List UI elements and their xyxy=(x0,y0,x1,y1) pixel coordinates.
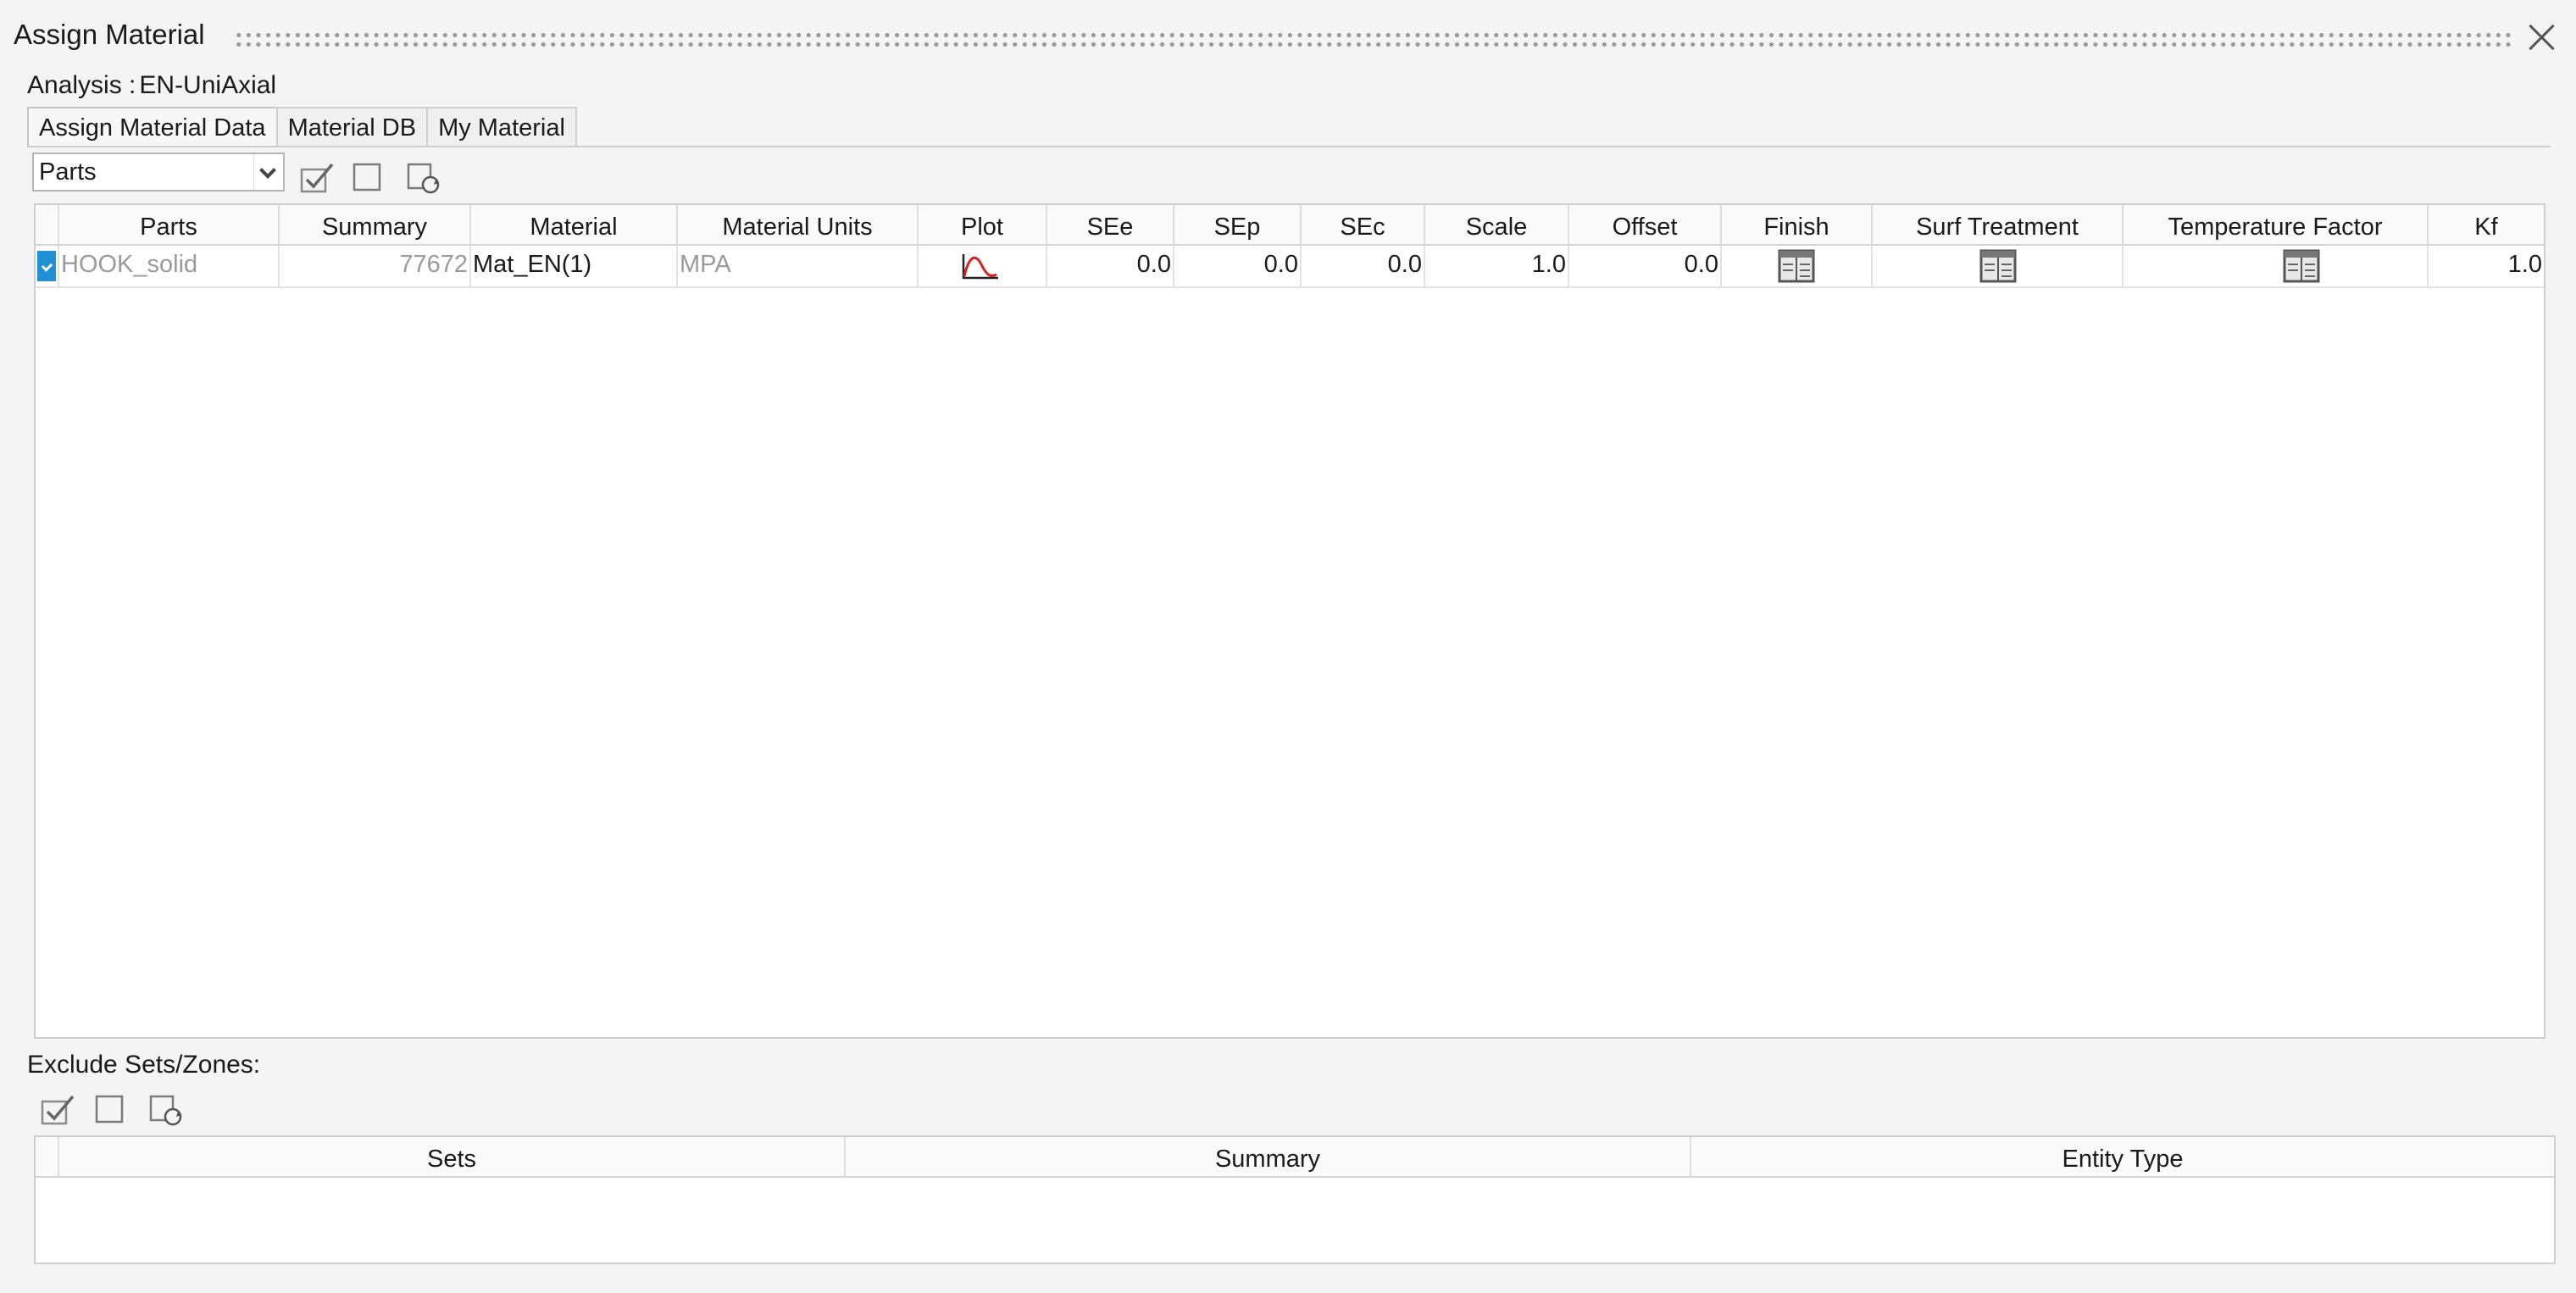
cell-part: HOOK_solid xyxy=(59,246,280,286)
analysis-caption: Analysis : xyxy=(27,71,136,99)
tab-divider xyxy=(27,146,2551,147)
exclude-uncheck-all-icon[interactable] xyxy=(92,1091,129,1129)
column-header-summary[interactable]: Summary xyxy=(280,205,471,244)
uncheck-all-icon[interactable] xyxy=(349,159,386,197)
column-header-parts[interactable]: Parts xyxy=(59,205,280,244)
cell-scale[interactable]: 1.0 xyxy=(1425,246,1569,286)
cell-material-units: MPA xyxy=(678,246,919,286)
cell-summary: 77672 xyxy=(280,246,471,286)
cell-finish[interactable] xyxy=(1722,246,1873,286)
drag-grip[interactable] xyxy=(234,31,2515,49)
column-header-see[interactable]: SEe xyxy=(1047,205,1174,244)
column-header-sets[interactable]: Sets xyxy=(59,1137,846,1176)
cell-sep[interactable]: 0.0 xyxy=(1174,246,1302,286)
exclude-check-all-icon[interactable] xyxy=(39,1091,76,1129)
row-checkbox[interactable] xyxy=(36,246,59,286)
refresh-selection-icon[interactable] xyxy=(405,159,442,197)
column-header-entity-type[interactable]: Entity Type xyxy=(1691,1137,2554,1176)
column-header-plot[interactable]: Plot xyxy=(919,205,1047,244)
cell-plot[interactable] xyxy=(919,246,1047,286)
tab-strip: Assign Material Data Material DB My Mate… xyxy=(27,107,577,146)
column-header-kf[interactable]: Kf xyxy=(2429,205,2544,244)
column-header-offset[interactable]: Offset xyxy=(1569,205,1722,244)
cell-surf-treatment[interactable] xyxy=(1873,246,2124,286)
cell-material[interactable]: Mat_EN(1) xyxy=(471,246,678,286)
column-header-scale[interactable]: Scale xyxy=(1425,205,1569,244)
tab-material-db[interactable]: Material DB xyxy=(275,107,429,146)
chevron-down-icon[interactable] xyxy=(253,154,283,190)
cell-kf[interactable]: 1.0 xyxy=(2429,246,2544,286)
cell-sec[interactable]: 0.0 xyxy=(1302,246,1425,286)
table-row[interactable]: HOOK_solid 77672 Mat_EN(1) MPA 0.0 0.0 0… xyxy=(36,246,2544,288)
entity-type-select[interactable]: Parts xyxy=(32,153,285,191)
parts-table[interactable]: Parts Summary Material Material Units Pl… xyxy=(34,203,2545,1039)
tab-my-material[interactable]: My Material xyxy=(426,107,577,146)
check-all-icon[interactable] xyxy=(298,159,336,197)
cell-offset[interactable]: 0.0 xyxy=(1569,246,1722,286)
exclude-sets-label: Exclude Sets/Zones: xyxy=(27,1051,261,1079)
close-icon[interactable] xyxy=(2523,19,2561,56)
exclude-select-column-header xyxy=(36,1137,59,1176)
cell-temperature-factor[interactable] xyxy=(2124,246,2429,286)
window-title: Assign Material xyxy=(14,19,205,50)
plot-curve-icon[interactable] xyxy=(961,251,1000,281)
analysis-value: EN-UniAxial xyxy=(139,71,277,99)
column-header-temperature-factor[interactable]: Temperature Factor xyxy=(2124,205,2429,244)
exclude-table-header: Sets Summary Entity Type xyxy=(36,1137,2554,1178)
column-header-sec[interactable]: SEc xyxy=(1302,205,1425,244)
tab-assign-material-data[interactable]: Assign Material Data xyxy=(27,107,278,146)
column-header-surf-treatment[interactable]: Surf Treatment xyxy=(1873,205,2124,244)
checkmark-icon xyxy=(37,251,56,281)
column-header-material[interactable]: Material xyxy=(471,205,678,244)
surf-treatment-table-icon[interactable] xyxy=(1978,247,2018,285)
cell-see[interactable]: 0.0 xyxy=(1047,246,1174,286)
column-header-sep[interactable]: SEp xyxy=(1174,205,1302,244)
exclude-sets-table[interactable]: Sets Summary Entity Type xyxy=(34,1135,2556,1264)
entity-type-value: Parts xyxy=(39,158,97,186)
finish-table-icon[interactable] xyxy=(1776,247,1817,285)
select-column-header xyxy=(36,205,59,244)
exclude-refresh-icon[interactable] xyxy=(147,1091,185,1129)
analysis-label: Analysis : EN-UniAxial xyxy=(27,71,276,100)
column-header-exclude-summary[interactable]: Summary xyxy=(846,1137,1691,1176)
temperature-factor-table-icon[interactable] xyxy=(2281,247,2322,285)
parts-table-header: Parts Summary Material Material Units Pl… xyxy=(36,205,2544,246)
column-header-finish[interactable]: Finish xyxy=(1722,205,1873,244)
column-header-material-units[interactable]: Material Units xyxy=(678,205,919,244)
